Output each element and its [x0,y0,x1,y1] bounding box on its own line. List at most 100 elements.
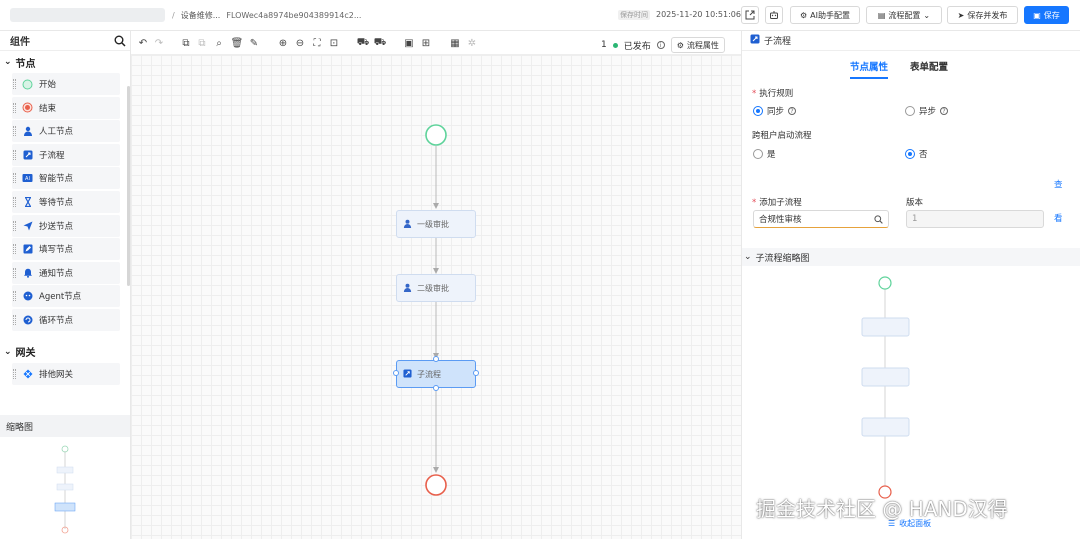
settings-icon[interactable]: ✲ [466,37,478,49]
sidebar-item-agent[interactable]: Agent节点 [12,285,120,308]
delete-icon[interactable]: 🗑 [231,37,244,49]
minimap-preview[interactable] [0,437,131,539]
subflow-thumbnail-header[interactable]: ⌄ 子流程缩略图 [742,248,1080,266]
nodes-section-header[interactable]: ⌄ 节点 [0,51,130,73]
sidebar-item-end-circle[interactable]: 结束 [12,96,120,119]
paste-icon[interactable]: ⧉ [196,37,208,49]
chevron-down-icon: ⌄ [923,10,931,20]
subflow-icon [22,149,33,160]
radio-yes[interactable]: 是 [753,148,776,160]
radio-sync-label: 同步 [767,107,785,117]
drag-handle-icon[interactable] [13,196,16,207]
subflow-select-input[interactable]: 合规性审核 [753,210,889,228]
flow-properties-button[interactable]: ⚙ 流程属性 [670,37,725,53]
blurred-breadcrumb [10,8,165,22]
flow-config-button[interactable]: ▤ 流程配置 ⌄ [866,6,942,24]
sidebar-item-edit[interactable]: 填写节点 [12,238,120,261]
ai-assistant-button[interactable]: ⚙ AI助手配置 [790,6,860,24]
layout-icon[interactable]: ⊞ [420,37,432,49]
subflow-thumbnail [861,276,910,499]
export-image-icon[interactable]: ⛟ [357,37,370,49]
status-dot [612,42,618,48]
fit-view-icon[interactable]: ⛶ [311,37,323,49]
subflow-node[interactable]: 子流程 [396,360,476,388]
view-link[interactable]: 查 [1054,178,1063,190]
drag-handle-icon[interactable] [13,126,16,137]
zoom-in-icon[interactable]: ⊕ [277,37,289,49]
properties-panel: 子流程 节点属性 表单配置 * 执行规则 同步? 异步? 跨租户启动流程 是 否 … [741,31,1080,539]
sidebar-item-label: 子流程 [39,150,65,161]
flow-name[interactable]: 设备维修... [181,11,221,20]
minimap-title: 缩略图 [0,415,130,437]
exec-rule-label: * 执行规则 [752,89,794,99]
save-button[interactable]: ▣ 保存 [1024,6,1069,24]
tab-form-config[interactable]: 表单配置 [910,59,948,79]
drag-handle-icon[interactable] [13,314,16,325]
sidebar-item-bell[interactable]: 通知节点 [12,261,120,284]
clear-brush-icon[interactable]: ✎ [248,37,260,49]
sidebar-item-start-circle[interactable]: 开始 [12,73,120,95]
sidebar-item-hourglass[interactable]: 等待节点 [12,190,120,213]
grid-icon[interactable]: ▦ [449,37,461,49]
drag-handle-icon[interactable] [13,291,16,302]
drag-handle-icon[interactable] [13,220,16,231]
drag-handle-icon[interactable] [13,244,16,255]
copy-icon[interactable]: ⧉ [180,37,192,49]
approval-node-1[interactable]: 一级审批 [396,210,476,238]
sidebar-item-user[interactable]: 人工节点 [12,120,120,143]
sidebar-item-label: 开始 [39,80,57,90]
zoom-out-icon[interactable]: ⊖ [294,37,306,49]
save-icon: ▣ [1033,10,1041,20]
flow-canvas[interactable]: 一级审批 二级审批 子流程 [131,55,741,539]
drag-handle-icon[interactable] [13,149,16,160]
radio-async[interactable]: 异步? [905,105,949,117]
radio-sync[interactable]: 同步? [753,105,797,117]
select-icon[interactable]: ⌕ [213,37,225,49]
panel-header: 子流程 [742,31,1080,51]
search-icon[interactable] [114,35,126,47]
align-icon[interactable]: ▣ [403,37,415,49]
robot-button[interactable] [765,6,783,24]
sidebar-scrollbar[interactable] [127,86,130,286]
start-node[interactable] [425,124,447,146]
drag-handle-icon[interactable] [13,267,16,278]
import-icon[interactable]: ⛟ [374,37,387,49]
radio-yes-indicator[interactable] [753,149,763,159]
view-link-2[interactable]: 看 [1054,212,1063,224]
thumb-node-3 [861,417,910,437]
save-publish-label: 保存并发布 [967,10,1008,20]
end-node[interactable] [425,474,447,496]
radio-async-indicator[interactable] [905,106,915,116]
ai-icon: AI [22,173,33,184]
config-doc-icon: ▤ [877,10,886,20]
gateway-section-label: 网关 [15,348,36,360]
gateway-section-header[interactable]: ⌄ 网关 [0,341,130,363]
hourglass-icon [22,196,33,207]
sidebar-item-subflow[interactable]: 子流程 [12,143,120,166]
help-icon[interactable]: ? [788,107,797,115]
undo-icon[interactable]: ↶ [137,37,149,49]
radio-sync-indicator[interactable] [753,106,763,116]
redo-icon[interactable]: ↷ [153,37,165,49]
chevron-down-icon: ⌄ [4,346,12,357]
external-link-button[interactable] [741,6,759,24]
drag-handle-icon[interactable] [13,79,16,89]
tab-node-properties[interactable]: 节点属性 [850,59,889,79]
drag-handle-icon[interactable] [13,368,16,379]
search-icon[interactable] [874,214,883,224]
sidebar-item-label: 人工节点 [39,127,74,138]
drag-handle-icon[interactable] [13,102,16,113]
actual-size-icon[interactable]: ⊡ [328,37,340,49]
sidebar-item-label: 等待节点 [39,197,74,208]
help-icon[interactable]: ? [940,107,949,115]
radio-no-indicator[interactable] [905,149,915,159]
info-icon[interactable]: i [656,41,665,49]
radio-no[interactable]: 否 [905,148,928,160]
sidebar-item-send[interactable]: 抄送节点 [12,214,120,237]
drag-handle-icon[interactable] [13,173,16,184]
sidebar-item-ai[interactable]: AI 智能节点 [12,167,120,190]
sidebar-item-gateway[interactable]: 排他网关 [12,362,120,385]
save-publish-button[interactable]: ➤ 保存并发布 [947,6,1018,24]
sidebar-item-loop[interactable]: 循环节点 [12,308,120,331]
approval-node-2[interactable]: 二级审批 [396,274,476,302]
